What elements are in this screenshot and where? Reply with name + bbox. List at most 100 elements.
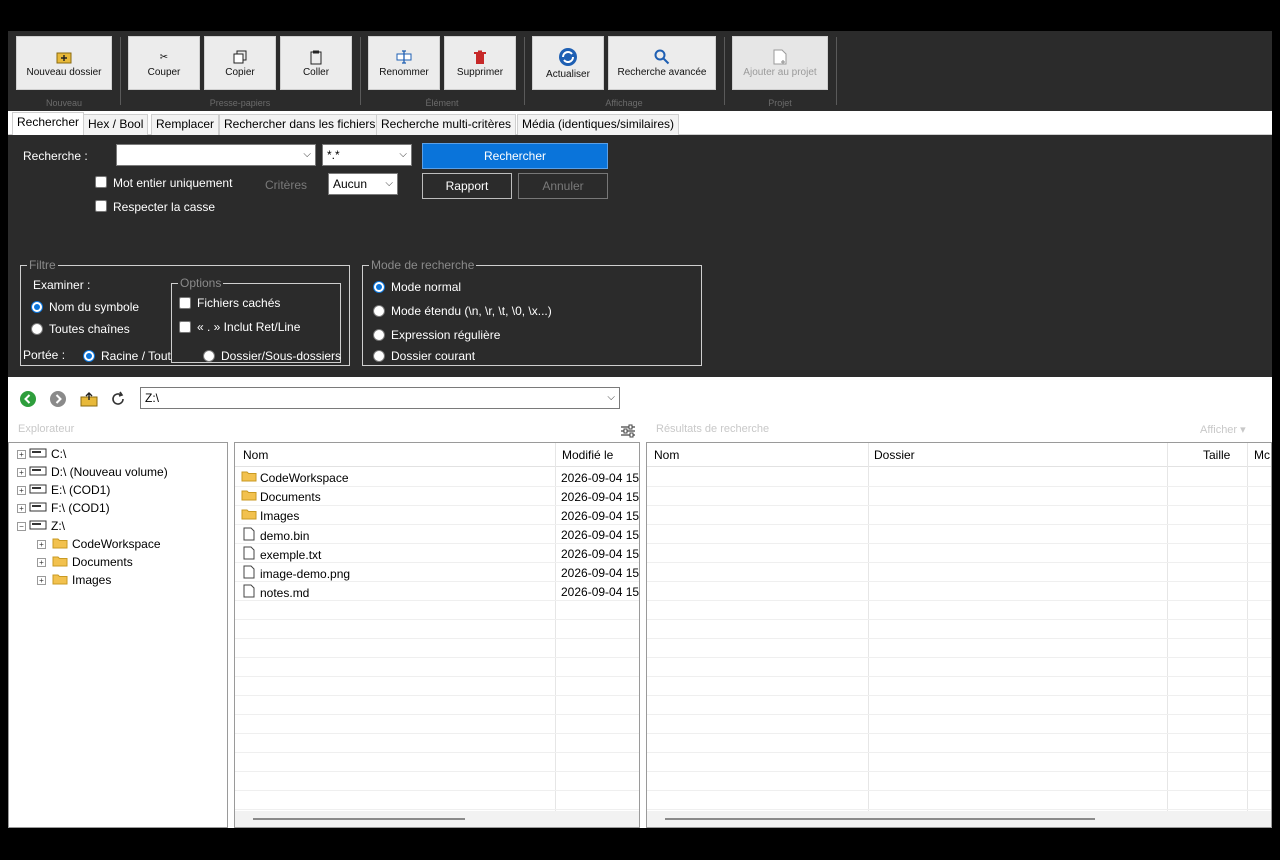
extended-mode-radio[interactable] [373,305,385,317]
tree-item[interactable]: + E:\ (COD1) [17,481,110,499]
forward-arrow-icon[interactable] [50,391,66,407]
table-row[interactable]: Images 2026-09-04 15: [235,506,639,525]
tab-media[interactable]: Média (identiques/similaires) [517,114,680,135]
normal-mode-radio[interactable] [373,281,385,293]
group-label-item: Élément [425,98,459,108]
ribbon-separator [524,37,525,105]
parent-folder-icon[interactable] [80,391,98,407]
results-column-name[interactable]: Nom [654,448,679,462]
search-panel: Recherche : ⌵ *.* ⌵ Rechercher Mot entie… [8,135,1272,377]
expand-icon[interactable]: + [17,485,26,495]
expand-icon[interactable]: + [17,503,26,513]
drive-icon [28,483,51,497]
table-row[interactable]: Documents 2026-09-04 15: [235,487,639,506]
cancel-button[interactable]: Annuler [518,173,608,199]
refresh-button[interactable]: Actualiser [532,36,604,90]
column-header-modified[interactable]: Modifié le [562,448,613,462]
all-strings-radio[interactable] [31,323,43,335]
tab-hex-bool[interactable]: Hex / Bool [83,114,149,135]
match-case-checkbox[interactable] [95,200,107,212]
include-ret-checkbox[interactable] [179,321,191,333]
expand-icon[interactable]: + [17,449,26,459]
tree-item[interactable]: + Documents [37,553,133,571]
add-to-project-label: Ajouter au projet [743,67,817,78]
tree-item[interactable]: + C:\ [17,445,66,463]
tree-item[interactable]: + F:\ (COD1) [17,499,110,517]
folder-icon [241,508,260,523]
new-folder-button[interactable]: Nouveau dossier [16,36,112,90]
tree-item-label: Images [72,573,112,587]
copy-label: Copier [225,67,255,78]
tree-item[interactable]: + CodeWorkspace [37,535,161,553]
scope-root-label: Racine / Tout [101,349,171,363]
tree-item[interactable]: + Images [37,571,111,589]
copy-button[interactable]: Copier [204,36,276,90]
explorer-title: Explorateur [18,423,75,435]
column-header-name[interactable]: Nom [243,448,268,462]
results-column-size[interactable]: Taille [1203,448,1230,462]
hidden-files-checkbox[interactable] [179,297,191,309]
back-arrow-icon[interactable] [20,391,36,407]
report-button[interactable]: Rapport [422,173,512,199]
search-button[interactable]: Rechercher [422,143,608,169]
settings-sliders-icon[interactable] [620,424,636,440]
search-tabs: Rechercher Hex / Bool Remplacer Recherch… [8,111,1272,135]
address-path: Z:\ [145,391,159,405]
tab-multi-criteria[interactable]: Recherche multi-critères [376,114,517,135]
paste-label: Coller [302,67,330,78]
new-folder-icon [56,48,72,66]
file-mask-combo[interactable]: *.* ⌵ [322,144,412,166]
scope-current-radio[interactable] [373,350,385,362]
symbol-name-radio[interactable] [31,301,43,313]
scope-folder-sub-radio[interactable] [203,350,215,362]
results-header: Nom Dossier Taille Mc [647,443,1271,467]
expand-icon[interactable]: + [37,575,46,585]
address-input[interactable]: Z:\ ⌵ [140,387,620,409]
cut-label: Couper [147,67,181,78]
folder-icon [48,537,72,552]
horizontal-scrollbar[interactable] [647,811,1271,827]
expand-icon[interactable]: + [37,539,46,549]
results-column-folder[interactable]: Dossier [874,448,915,462]
rename-button[interactable]: Renommer [368,36,440,90]
table-row[interactable]: notes.md 2026-09-04 15: [235,582,639,601]
table-row[interactable]: demo.bin 2026-09-04 15: [235,525,639,544]
reload-icon[interactable] [110,391,126,407]
criteria-combo[interactable]: Aucun ⌵ [328,173,398,195]
tree-item[interactable]: + D:\ (Nouveau volume) [17,463,168,481]
collapse-icon[interactable]: − [17,521,26,531]
tree-item[interactable]: − Z:\ [17,517,65,535]
whole-word-label: Mot entier uniquement [113,176,233,190]
table-row[interactable]: CodeWorkspace 2026-09-04 15: [235,468,639,487]
table-row [647,677,1271,696]
scrollbar-thumb[interactable] [253,818,465,820]
symbol-name-label: Nom du symbole [49,300,140,314]
scrollbar-thumb[interactable] [665,818,1095,820]
whole-word-checkbox[interactable] [95,176,107,188]
search-query-combo[interactable]: ⌵ [116,144,316,166]
paste-button[interactable]: Coller [280,36,352,90]
expand-icon[interactable]: + [17,467,26,477]
scope-current-label: Dossier courant [391,349,476,363]
chevron-down-icon: ⌵ [607,392,615,403]
advanced-search-button[interactable]: Recherche avancée [608,36,716,90]
results-filter[interactable]: Afficher ▾ [1200,423,1246,436]
horizontal-scrollbar[interactable] [235,811,639,827]
regex-mode-radio[interactable] [373,329,385,341]
tab-search-in-files[interactable]: Rechercher dans les fichiers [219,114,381,135]
results-column-more[interactable]: Mc [1254,448,1270,462]
cut-button[interactable]: ✂ Couper [128,36,200,90]
add-to-project-button[interactable]: Ajouter au projet [732,36,828,90]
criteria-value: Aucun [333,177,368,191]
table-row[interactable]: image-demo.png 2026-09-04 15: [235,563,639,582]
tab-search[interactable]: Rechercher [12,112,85,135]
delete-button[interactable]: Supprimer [444,36,516,90]
file-modified: 2026-09-04 15: [561,490,640,504]
tab-replace[interactable]: Remplacer [151,114,220,135]
folder-tree: + C:\ + D:\ (Nouveau volume) + E:\ (COD1) + F:\… [8,442,228,828]
scope-root-radio[interactable] [83,350,95,362]
chevron-down-icon: ⌵ [303,149,311,160]
file-name-cell: notes.md [241,584,309,601]
table-row[interactable]: exemple.txt 2026-09-04 15: [235,544,639,563]
expand-icon[interactable]: + [37,557,46,567]
